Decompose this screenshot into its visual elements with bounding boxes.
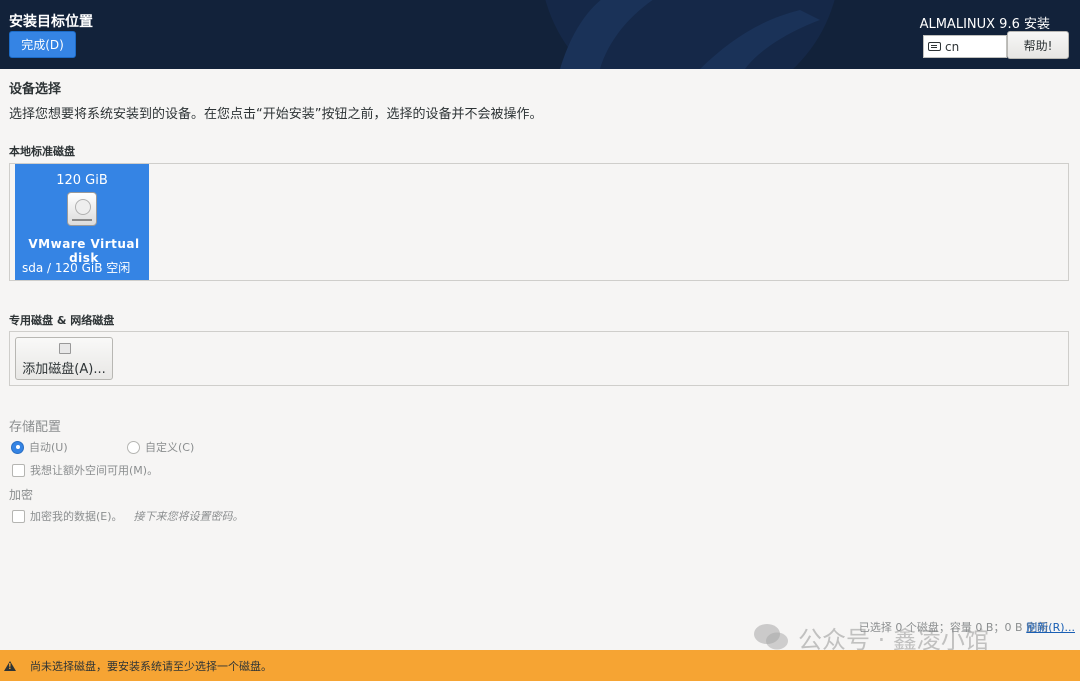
product-title: ALMALINUX 9.6 安装 — [919, 17, 1050, 32]
special-disks-label: 专用磁盘 & 网络磁盘 — [9, 314, 115, 327]
radio-custom[interactable]: 自定义(C) — [127, 439, 194, 455]
disk-tile-sda[interactable]: 120 GiB VMware Virtual disk sda / 120 Gi… — [15, 164, 149, 280]
keyboard-layout-label: cn — [945, 39, 960, 54]
add-disk-button[interactable]: 添加磁盘(A)... — [15, 337, 113, 380]
disk-info: sda / 120 GiB 空闲 — [22, 261, 131, 275]
local-disks-panel — [9, 163, 1069, 281]
keyboard-layout-indicator[interactable]: cn — [923, 35, 1007, 58]
encrypt-hint: 接下来您将设置密码。 — [133, 510, 244, 523]
radio-auto-label: 自动(U) — [29, 441, 68, 454]
encryption-title: 加密 — [9, 488, 34, 502]
checkbox-icon — [12, 509, 25, 523]
disk-size: 120 GiB — [56, 173, 108, 188]
header-bar: 安装目标位置 完成(D) ALMALINUX 9.6 安装 cn 帮助! — [0, 0, 1080, 69]
special-disks-panel — [9, 331, 1069, 386]
header-decoration — [545, 0, 835, 69]
storage-config-title: 存储配置 — [9, 420, 62, 435]
keyboard-icon — [928, 42, 941, 51]
page-title: 安装目标位置 — [9, 14, 93, 30]
radio-unselected-icon — [127, 440, 140, 454]
hard-disk-icon — [67, 192, 97, 226]
wechat-icon — [754, 624, 788, 650]
device-selection-title: 设备选择 — [9, 82, 62, 97]
encrypt-checkbox[interactable]: 加密我的数据(E)。 接下来您将设置密码。 — [12, 508, 244, 524]
radio-selected-icon — [11, 440, 24, 454]
warning-message: 尚未选择磁盘，要安装系统请至少选择一个磁盘。 — [30, 659, 272, 673]
refresh-link[interactable]: 刷新(R)... — [1026, 619, 1075, 635]
radio-custom-label: 自定义(C) — [145, 441, 195, 454]
local-disks-label: 本地标准磁盘 — [9, 145, 75, 158]
warning-bar: 尚未选择磁盘，要安装系统请至少选择一个磁盘。 — [0, 650, 1080, 681]
warning-icon — [4, 660, 16, 671]
extra-space-checkbox[interactable]: 我想让额外空间可用(M)。 — [12, 462, 158, 478]
encrypt-label: 加密我的数据(E)。 — [30, 510, 123, 523]
help-button[interactable]: 帮助! — [1007, 31, 1069, 59]
add-disk-icon — [59, 343, 71, 354]
add-disk-label: 添加磁盘(A)... — [22, 362, 106, 377]
extra-space-label: 我想让额外空间可用(M)。 — [30, 464, 159, 477]
selection-summary: 已选择 0 个磁盘；容量 0 B；0 B 空闲 — [858, 621, 1048, 634]
done-button[interactable]: 完成(D) — [9, 31, 76, 58]
device-selection-description: 选择您想要将系统安装到的设备。在您点击“开始安装”按钮之前，选择的设备并不会被操… — [9, 107, 543, 122]
radio-auto[interactable]: 自动(U) — [11, 439, 68, 455]
checkbox-icon — [12, 463, 25, 477]
